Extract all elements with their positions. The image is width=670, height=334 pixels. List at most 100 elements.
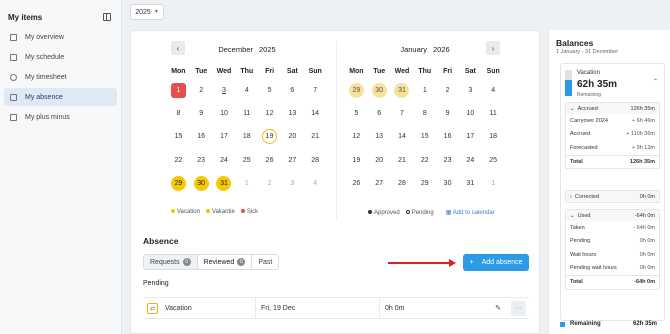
calendar-day[interactable]: 11	[235, 102, 258, 125]
calendar-day[interactable]: 11	[482, 102, 505, 125]
calendar-day[interactable]: 15	[413, 125, 436, 148]
calendar-day[interactable]: 1	[167, 79, 190, 102]
calendar-day[interactable]: 5	[258, 79, 281, 102]
calendar-day[interactable]: 16	[190, 125, 213, 148]
calendar-day[interactable]: 18	[235, 125, 258, 148]
calendar-day[interactable]: 27	[368, 172, 391, 195]
calendar-day-outside[interactable]: 1	[235, 172, 258, 195]
add-to-calendar-link[interactable]: ▦ Add to calendar	[446, 209, 495, 216]
add-absence-button[interactable]: + Add absence	[463, 254, 529, 271]
calendar-day[interactable]: 21	[304, 125, 327, 148]
calendar-day[interactable]: 3	[459, 79, 482, 102]
calendar-day[interactable]: 5	[345, 102, 368, 125]
weekday-label: Wed	[394, 68, 410, 75]
calendar-day[interactable]: 1	[413, 79, 436, 102]
calendar-day[interactable]: 7	[304, 79, 327, 102]
calendar-day[interactable]: 31	[459, 172, 482, 195]
reviewed-count-badge: 0	[237, 258, 246, 266]
calendar-day[interactable]: 20	[368, 149, 391, 172]
calendar-day[interactable]: 22	[167, 149, 190, 172]
calendar-day[interactable]: 6	[368, 102, 391, 125]
calendar-day[interactable]: 12	[345, 125, 368, 148]
calendar-day[interactable]: 8	[413, 102, 436, 125]
more-options-button[interactable]: ···	[511, 300, 526, 316]
calendar-day[interactable]: 14	[304, 102, 327, 125]
calendar-day-vacation[interactable]: 29	[167, 172, 190, 195]
calendar-day[interactable]: 2	[436, 79, 459, 102]
calendar-day-vacation[interactable]: 31	[213, 172, 236, 195]
tab-reviewed[interactable]: Reviewed 0	[197, 255, 253, 269]
accrued-line: Carryover 2024 + 6h 46m	[570, 117, 655, 124]
vacation-type-icon: ⇄	[147, 302, 158, 314]
calendar-day[interactable]: 9	[190, 102, 213, 125]
calendar-day[interactable]: 13	[368, 125, 391, 148]
calendar-day[interactable]: 23	[190, 149, 213, 172]
calendar-day[interactable]: 19	[345, 149, 368, 172]
calendar-day[interactable]: 30	[436, 172, 459, 195]
calendar-day[interactable]: 28	[391, 172, 414, 195]
sidebar-item-overview[interactable]: My overview	[4, 28, 117, 46]
used-line: Taken - 64h 0m	[570, 224, 655, 231]
calendar-day[interactable]: 17	[213, 125, 236, 148]
used-header[interactable]: ⌄ Used -64h 0m	[566, 210, 659, 221]
calendar-day-vacation[interactable]: 29	[345, 79, 368, 102]
sidebar-item-plus-minus[interactable]: My plus minus	[4, 108, 117, 126]
calendar-day[interactable]: 6	[281, 79, 304, 102]
vacation-name: Vacation	[577, 70, 600, 76]
accrued-header[interactable]: ⌄ Accrued 126h 35m	[566, 103, 659, 114]
calendar-day[interactable]: 9	[436, 102, 459, 125]
calendar-day-outside[interactable]: 2	[258, 172, 281, 195]
calendar-day-outside[interactable]: 1	[482, 172, 505, 195]
chevron-up-icon[interactable]: ⌃	[653, 78, 658, 85]
calendar-day[interactable]: 16	[436, 125, 459, 148]
calendar-day-outside[interactable]: 4	[304, 172, 327, 195]
calendar-day[interactable]: 24	[459, 149, 482, 172]
calendar-day[interactable]: 7	[391, 102, 414, 125]
calendar-day[interactable]: 14	[391, 125, 414, 148]
calendar-day[interactable]: 4	[235, 79, 258, 102]
tab-requests[interactable]: Requests 0	[144, 255, 198, 269]
calendar-day[interactable]: 25	[235, 149, 258, 172]
calendar-day-today[interactable]: 19	[258, 125, 281, 148]
calendar-day-vacation[interactable]: 31	[391, 79, 414, 102]
calendar-day[interactable]: 22	[413, 149, 436, 172]
calendar-day[interactable]: 23	[436, 149, 459, 172]
calendar-day[interactable]: 10	[459, 102, 482, 125]
corrected-header[interactable]: › Corrected 0h 0m	[566, 191, 659, 202]
calendar-day[interactable]: 15	[167, 125, 190, 148]
calendar-day[interactable]: 25	[482, 149, 505, 172]
year-select[interactable]: 2025 ▼	[130, 4, 164, 20]
plus-icon: +	[469, 259, 474, 266]
sidebar-item-absence[interactable]: My absence	[4, 88, 117, 106]
calendar-day[interactable]: 27	[281, 149, 304, 172]
calendar-day[interactable]: 21	[391, 149, 414, 172]
absence-panel: ‹ › December 2025 Mon Tue Wed Thu Fri Sa…	[130, 30, 540, 334]
calendar-day[interactable]: 29	[413, 172, 436, 195]
calendar-day[interactable]: 8	[167, 102, 190, 125]
edit-pencil-icon[interactable]: ✎	[495, 304, 501, 312]
tab-label: Reviewed	[203, 258, 235, 266]
calendar-day-vacation[interactable]: 30	[368, 79, 391, 102]
calendar-day[interactable]: 10	[213, 102, 236, 125]
calendar-day[interactable]: 13	[281, 102, 304, 125]
calendar-day[interactable]: 2	[190, 79, 213, 102]
calendar-day[interactable]: 12	[258, 102, 281, 125]
calendar-day-outside[interactable]: 3	[281, 172, 304, 195]
pending-absence-row[interactable]: ⇄ Vacation Fri, 19 Dec 0h 0m ✎ ···	[143, 297, 529, 319]
sidebar-item-schedule[interactable]: My schedule	[4, 48, 117, 66]
tab-past[interactable]: Past	[252, 255, 279, 269]
weekday-label: Sat	[464, 68, 476, 75]
calendar-day[interactable]: 17	[459, 125, 482, 148]
calendar-day[interactable]: 4	[482, 79, 505, 102]
calendar-day[interactable]: 26	[345, 172, 368, 195]
calendar-day[interactable]: 3	[213, 79, 236, 102]
calendar-day[interactable]: 20	[281, 125, 304, 148]
sidebar-item-timesheet[interactable]: My timesheet	[4, 68, 117, 86]
calendar-divider	[336, 41, 337, 221]
calendar-day[interactable]: 18	[482, 125, 505, 148]
collapse-sidebar-icon[interactable]	[103, 13, 111, 21]
calendar-day[interactable]: 24	[213, 149, 236, 172]
calendar-day-vacation[interactable]: 30	[190, 172, 213, 195]
calendar-day[interactable]: 28	[304, 149, 327, 172]
calendar-day[interactable]: 26	[258, 149, 281, 172]
